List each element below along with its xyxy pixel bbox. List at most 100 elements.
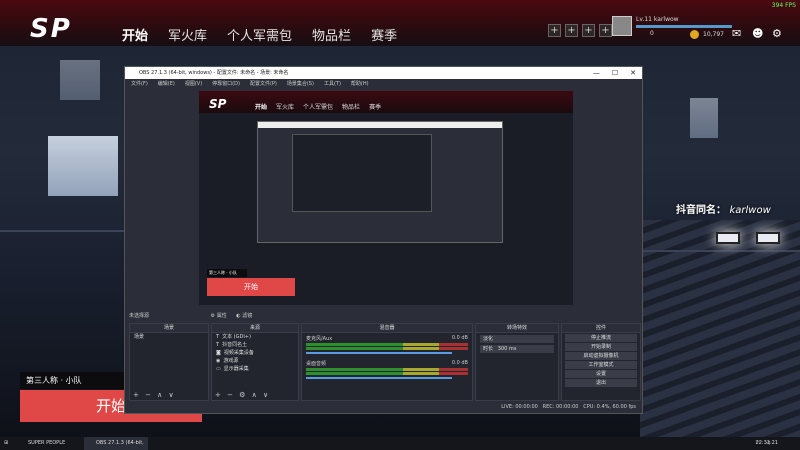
coin-icon bbox=[690, 30, 699, 39]
controls-dock-title: 控件 bbox=[562, 324, 640, 333]
sources-dock-toolbar[interactable]: + − ⚙ ∧ ∨ bbox=[215, 391, 270, 399]
minimize-icon[interactable]: — bbox=[593, 67, 600, 79]
monitor-icon: ▭ bbox=[216, 366, 221, 372]
source-toolbar: 未选择源 ⚙ 属性 ◐ 滤镜 bbox=[125, 311, 642, 321]
source-item[interactable]: T 文本 (GDI+) bbox=[212, 333, 298, 341]
scenes-dock-toolbar[interactable]: + − ∧ ∨ bbox=[133, 391, 176, 399]
audio-meter bbox=[306, 343, 468, 346]
mixer-channel-mic: 麦克风/Aux 0.0 dB bbox=[302, 333, 472, 358]
menu-help[interactable]: 帮助(H) bbox=[351, 79, 369, 89]
preview-nested-obs-2 bbox=[292, 134, 432, 212]
menu-file[interactable]: 文件(F) bbox=[131, 79, 148, 89]
stop-streaming-button[interactable]: 停止推流 bbox=[565, 334, 637, 342]
transitions-dock-title: 转场特效 bbox=[476, 324, 558, 333]
add-slot-button[interactable]: + bbox=[548, 24, 561, 37]
preview-squad-label: 第三人称 · 小队 bbox=[207, 269, 247, 277]
settings-button[interactable]: 设置 bbox=[565, 370, 637, 378]
avatar bbox=[612, 16, 632, 36]
preview-game-topbar: SP 开始 军火库 个人军需包 物品栏 赛季 bbox=[199, 91, 573, 113]
obs-titlebar: OBS 27.1.3 (64-bit, windows) - 配置文件: 未命名… bbox=[125, 67, 642, 79]
menu-tools[interactable]: 工具(T) bbox=[324, 79, 341, 89]
xp-bar bbox=[636, 25, 732, 28]
nav-supply-pack[interactable]: 个人军需包 bbox=[227, 25, 292, 44]
obs-statusbar: LIVE: 00:00:00 REC: 00:00:00 CPU: 0.4%, … bbox=[125, 402, 642, 413]
railing bbox=[0, 230, 124, 232]
add-slot-button[interactable]: + bbox=[582, 24, 595, 37]
fps-counter: 394 FPS bbox=[771, 2, 796, 9]
menu-view[interactable]: 视图(V) bbox=[185, 79, 202, 89]
filters-button[interactable]: ◐ 滤镜 bbox=[236, 313, 252, 319]
transition-duration-field[interactable]: 时长 300 ms bbox=[480, 345, 554, 353]
mail-icon[interactable]: ✉ bbox=[732, 27, 741, 40]
squad-mode-label[interactable]: 第三人称 · 小队 bbox=[20, 372, 128, 389]
add-slot-button[interactable]: + bbox=[565, 24, 578, 37]
nav-start[interactable]: 开始 bbox=[122, 25, 148, 44]
user-profile[interactable]: Lv.11 karlwow 0 bbox=[612, 16, 732, 42]
obs-preview[interactable]: SP 开始 军火库 个人军需包 物品栏 赛季 第三人称 · 小队 开始 bbox=[199, 91, 573, 305]
game-topbar: SP 开始 军火库 个人军需包 物品栏 赛季 394 FPS + + + + L… bbox=[0, 0, 800, 46]
obs-window: OBS 27.1.3 (64-bit, windows) - 配置文件: 未命名… bbox=[124, 66, 643, 414]
audio-meter bbox=[306, 347, 468, 350]
preview-nav-item: 个人军需包 bbox=[303, 104, 334, 111]
text-icon: T bbox=[216, 342, 220, 348]
source-item[interactable]: T 抖音同名土 bbox=[212, 341, 298, 349]
stat-value: 0 bbox=[650, 30, 654, 37]
gamepad-icon: ◉ bbox=[216, 358, 221, 364]
audio-meter bbox=[306, 368, 468, 371]
window-light bbox=[60, 60, 100, 100]
controls-dock: 控件 停止推流 开始录制 启动虚拟摄像机 工作室模式 设置 退出 bbox=[561, 323, 641, 401]
menu-profile[interactable]: 配置文件(P) bbox=[250, 79, 277, 89]
gear-icon[interactable]: ⚙ bbox=[772, 27, 782, 40]
coin-count: 10,797 bbox=[703, 31, 724, 38]
studio-mode-button[interactable]: 工作室模式 bbox=[565, 361, 637, 369]
taskbar-app-game[interactable]: SUPER PEOPLE bbox=[16, 437, 80, 450]
nav-arsenal[interactable]: 军火库 bbox=[168, 25, 207, 44]
close-icon[interactable]: ✕ bbox=[630, 67, 636, 79]
source-item[interactable]: ▭ 显示器采集 bbox=[212, 365, 298, 373]
sources-dock-title: 来源 bbox=[212, 324, 298, 333]
obs-menubar: 文件(F) 编辑(E) 视图(V) 停靠窗口(D) 配置文件(P) 场景集合(S… bbox=[125, 79, 642, 89]
menu-edit[interactable]: 编辑(E) bbox=[158, 79, 175, 89]
window-light bbox=[690, 98, 718, 138]
stairs bbox=[640, 220, 800, 437]
live-timer: LIVE: 00:00:00 bbox=[501, 404, 538, 410]
windows-start-icon[interactable]: ⊞ bbox=[4, 437, 8, 450]
no-source-label: 未选择源 bbox=[129, 313, 150, 319]
menu-docks[interactable]: 停靠窗口(D) bbox=[212, 79, 240, 89]
preview-nav-item: 赛季 bbox=[369, 104, 382, 111]
camera-icon: ◙ bbox=[216, 350, 221, 356]
nav-season[interactable]: 赛季 bbox=[371, 25, 397, 44]
taskbar: ⊞ SUPER PEOPLE OBS 27.1.3 (64-bit, ... ◠… bbox=[0, 437, 800, 450]
preview-nav-item: 物品栏 bbox=[342, 104, 361, 111]
source-item[interactable]: ◉ 游戏源 bbox=[212, 357, 298, 365]
taskbar-app-obs[interactable]: OBS 27.1.3 (64-bit, ... bbox=[84, 437, 148, 450]
mixer-dock: 混音器 麦克风/Aux 0.0 dB 桌面音频 0.0 dB bbox=[301, 323, 473, 401]
scene-item[interactable]: 场景 bbox=[130, 333, 208, 341]
mixer-dock-title: 混音器 bbox=[302, 324, 472, 333]
cpu-usage: CPU: 0.4%, 60.00 fps bbox=[583, 404, 636, 410]
window-light bbox=[48, 136, 118, 196]
mixer-channel-desktop: 桌面音频 0.0 dB bbox=[302, 358, 472, 383]
exit-button[interactable]: 退出 bbox=[565, 379, 637, 387]
add-slot-button[interactable]: + bbox=[599, 24, 612, 37]
volume-slider[interactable] bbox=[306, 377, 452, 379]
obs-title-text: OBS 27.1.3 (64-bit, windows) - 配置文件: 未命名… bbox=[139, 70, 289, 76]
start-recording-button[interactable]: 开始录制 bbox=[565, 343, 637, 351]
overlay-caption: 抖音同名： karlwow bbox=[676, 205, 771, 216]
friends-icon[interactable]: ☻ bbox=[752, 27, 763, 40]
preview-start-button: 开始 bbox=[207, 278, 295, 296]
railing bbox=[643, 250, 800, 252]
menu-scene-collection[interactable]: 场景集合(S) bbox=[287, 79, 314, 89]
virtual-camera-button[interactable]: 启动虚拟摄像机 bbox=[565, 352, 637, 360]
game-nav: 开始 军火库 个人军需包 物品栏 赛季 bbox=[122, 25, 397, 44]
source-item[interactable]: ◙ 视频采集设备 bbox=[212, 349, 298, 357]
maximize-icon[interactable]: ☐ bbox=[612, 67, 618, 79]
sources-dock: 来源 T 文本 (GDI+) T 抖音同名土 ◙ 视频采集设备 ◉ 游戏源 ▭ 显示器采集… bbox=[211, 323, 299, 401]
transition-type-select[interactable]: 淡化 bbox=[480, 335, 554, 343]
nav-inventory[interactable]: 物品栏 bbox=[312, 25, 351, 44]
clock: 22:31:21 bbox=[755, 440, 778, 446]
preview-nav-item: 军火库 bbox=[276, 104, 295, 111]
properties-button[interactable]: ⚙ 属性 bbox=[211, 313, 227, 319]
user-level: Lv.11 karlwow bbox=[636, 16, 679, 23]
volume-slider[interactable] bbox=[306, 352, 452, 354]
